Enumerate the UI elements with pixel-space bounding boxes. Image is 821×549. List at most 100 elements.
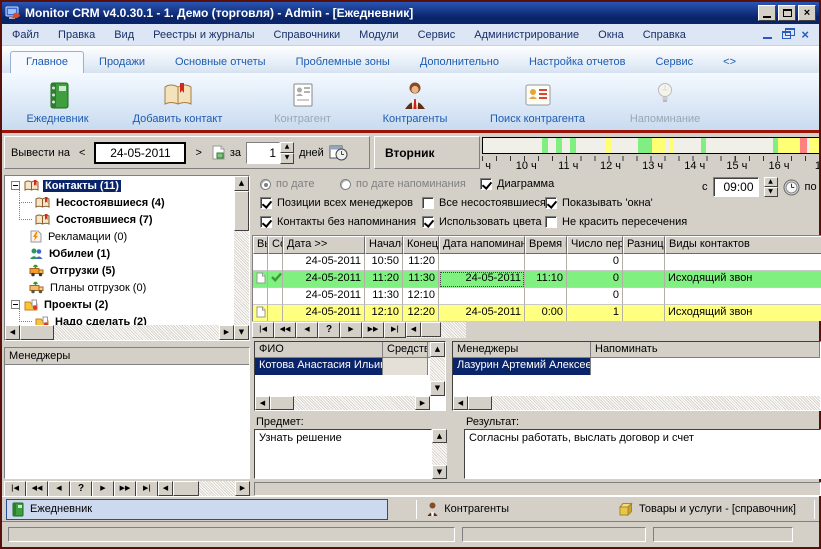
tab-report-settings[interactable]: Настройка отчетов <box>514 52 640 73</box>
nav-prev-button[interactable]: ◀ <box>48 481 70 497</box>
tree-horizontal-scrollbar[interactable]: ◀ ▶ <box>5 325 234 340</box>
scroll-up-icon[interactable]: ▲ <box>234 176 249 191</box>
table-horizontal-scrollbar[interactable]: ◀ <box>406 322 466 338</box>
menu-modules[interactable]: Модули <box>359 29 398 41</box>
scroll-left-icon[interactable]: ◀ <box>158 481 173 496</box>
scroll-left-icon[interactable]: ◀ <box>406 322 421 337</box>
col-remind-date[interactable]: Дата напоминани <box>439 236 525 254</box>
checkbox-all-managers[interactable]: Позиции всех менеджеров <box>260 197 413 209</box>
tree-item-contacts[interactable]: Контакты (11) <box>5 177 234 194</box>
mdi-restore-icon[interactable] <box>782 31 791 39</box>
mdi-minimize-icon[interactable] <box>763 36 772 39</box>
table-row[interactable]: 24-05-2011 10:50 11:20 0 <box>253 254 821 271</box>
scrollbar-thumb[interactable] <box>270 396 294 410</box>
nav-fast-prev-button[interactable]: ◀◀ <box>274 322 296 338</box>
managers-horizontal-scrollbar[interactable]: ◀ <box>453 396 820 410</box>
nav-help-button[interactable]: ? <box>70 481 92 497</box>
nav-next-button[interactable]: ▶ <box>92 481 114 497</box>
tree-item-shipments[interactable]: Отгрузки (5) <box>5 262 234 279</box>
nav-fast-prev-button[interactable]: ◀◀ <box>26 481 48 497</box>
nav-first-button[interactable]: |◀ <box>252 322 274 338</box>
checkbox-icon[interactable] <box>422 216 434 228</box>
scroll-left-icon[interactable]: ◀ <box>255 396 270 410</box>
maximize-button[interactable] <box>778 5 796 21</box>
tree-item-missed[interactable]: Несостоявшиеся (4) <box>5 194 234 211</box>
checkbox-all-missed[interactable]: Все несостоявшиеся <box>422 197 546 209</box>
scroll-right-icon[interactable]: ▶ <box>235 481 250 496</box>
col-diff[interactable]: Разница <box>623 236 665 254</box>
menu-service[interactable]: Сервис <box>418 29 456 41</box>
tab-main[interactable]: Главное <box>10 51 84 73</box>
save-page-icon[interactable] <box>211 145 225 160</box>
add-contact-button[interactable]: Добавить контакт <box>115 75 240 128</box>
checkbox-icon[interactable] <box>545 197 557 209</box>
subject-scrollbar[interactable]: ▲ ▼ <box>432 429 447 479</box>
managers-column-header[interactable]: Менеджеры <box>453 342 591 357</box>
scrollbar-thumb[interactable] <box>20 325 54 340</box>
checkbox-no-paint[interactable]: Не красить пересечения <box>545 216 687 228</box>
minimize-button[interactable] <box>758 5 776 21</box>
scroll-down-icon[interactable]: ▼ <box>432 465 447 479</box>
tree-item-held[interactable]: Состоявшиеся (7) <box>5 211 234 228</box>
nav-fast-next-button[interactable]: ▶▶ <box>362 322 384 338</box>
table-row[interactable]: 24-05-2011 11:20 11:30 24-05-2011 11:10 … <box>253 271 821 288</box>
menu-file[interactable]: Файл <box>12 29 39 41</box>
checkbox-icon[interactable] <box>480 178 492 190</box>
mdi-close-icon[interactable]: × <box>801 29 809 41</box>
scrollbar-thumb[interactable] <box>234 191 249 231</box>
col-date[interactable]: Дата >> <box>283 236 365 254</box>
checkbox-icon[interactable] <box>260 216 272 228</box>
tab-additional[interactable]: Дополнительно <box>405 52 514 73</box>
tree-item-complaints[interactable]: Рекламации (0) <box>5 228 234 245</box>
edit-strip[interactable] <box>254 482 821 496</box>
timeline-strip[interactable] <box>482 137 819 154</box>
col-start[interactable]: Начало <box>365 236 403 254</box>
scroll-right-icon[interactable]: ▶ <box>415 396 430 410</box>
tree-vertical-scrollbar[interactable]: ▲ <box>234 176 249 325</box>
nav-last-button[interactable]: ▶| <box>384 322 406 338</box>
diary-button[interactable]: Ежедневник <box>10 75 105 128</box>
fio-vertical-scrollbar[interactable]: ▲ ▼ <box>430 342 445 396</box>
nav-fast-next-button[interactable]: ▶▶ <box>114 481 136 497</box>
table-row[interactable]: 24-05-2011 11:30 12:10 0 <box>253 288 821 305</box>
taskbar-item-goods[interactable]: Товары и услуги - [справочник] <box>609 499 806 520</box>
scrollbar-thumb[interactable] <box>421 322 441 337</box>
tab-service[interactable]: Сервис <box>640 52 708 73</box>
tree-item-todo[interactable]: Надо сделать (2) <box>5 313 234 325</box>
tab-problem-zones[interactable]: Проблемные зоны <box>281 52 405 73</box>
table-row[interactable]: 24-05-2011 12:10 12:20 24-05-2011 0:00 1… <box>253 305 821 321</box>
checkbox-use-colors[interactable]: Использовать цвета <box>422 216 542 228</box>
menu-registers[interactable]: Реестры и журналы <box>153 29 254 41</box>
time-spin-down-icon[interactable]: ▼ <box>764 187 778 197</box>
checkbox-icon[interactable] <box>260 197 272 209</box>
scroll-down-icon[interactable]: ▼ <box>430 381 445 396</box>
scrollbar-thumb[interactable] <box>173 481 199 496</box>
checkbox-diagram[interactable]: Диаграмма <box>480 178 554 190</box>
col-done[interactable]: Вы <box>253 236 268 254</box>
time-from-input[interactable] <box>713 177 759 197</box>
nav-last-button[interactable]: ▶| <box>136 481 158 497</box>
checkbox-no-reminder[interactable]: Контакты без напоминания <box>260 216 416 228</box>
menu-directories[interactable]: Справочники <box>274 29 341 41</box>
scroll-up-icon[interactable]: ▲ <box>432 429 447 443</box>
fio-selected-row[interactable]: Котова Анастасия Ильин <box>255 358 445 375</box>
means-column-header[interactable]: Средства <box>383 342 428 357</box>
nav-help-button[interactable]: ? <box>318 322 340 338</box>
search-contractor-button[interactable]: Поиск контрагента <box>475 75 600 128</box>
days-input[interactable] <box>246 142 280 164</box>
nav-next-button[interactable]: ▶ <box>340 322 362 338</box>
checkbox-icon[interactable] <box>545 216 557 228</box>
checkbox-icon[interactable] <box>422 197 434 209</box>
days-spin-up-icon[interactable]: ▲ <box>280 142 294 153</box>
time-spin-up-icon[interactable]: ▲ <box>764 177 778 187</box>
menu-help[interactable]: Справка <box>643 29 686 41</box>
calendar-clock-icon[interactable] <box>329 144 348 161</box>
scroll-left-icon[interactable]: ◀ <box>5 325 20 340</box>
col-contact-kinds[interactable]: Виды контактов <box>665 236 821 254</box>
fio-horizontal-scrollbar[interactable]: ◀ ▶ <box>255 396 430 410</box>
remind-column-header[interactable]: Напоминать <box>591 342 820 357</box>
tab-main-reports[interactable]: Основные отчеты <box>160 52 281 73</box>
scroll-up-icon[interactable]: ▲ <box>430 342 445 357</box>
tree-item-anniversaries[interactable]: Юбилеи (1) <box>5 245 234 262</box>
taskbar-item-contractors[interactable]: Контрагенты <box>417 499 519 520</box>
